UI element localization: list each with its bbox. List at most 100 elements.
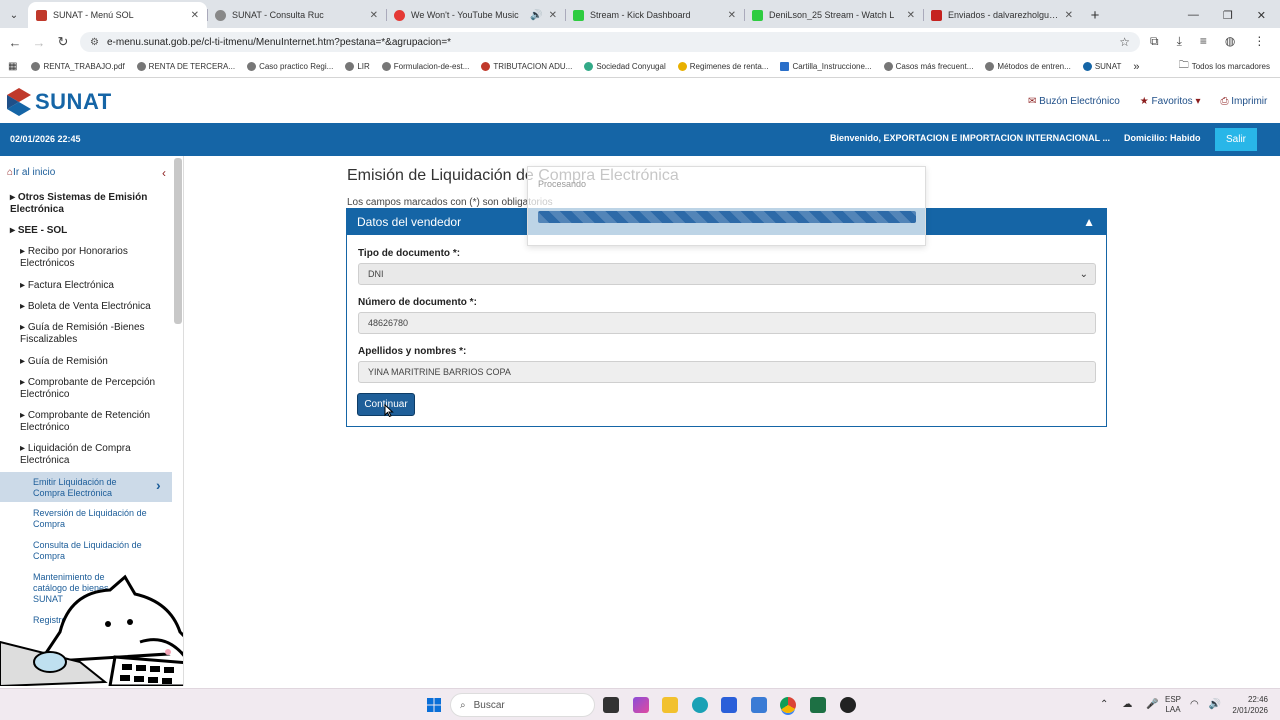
processing-modal: Procesando <box>527 166 926 246</box>
bookmark[interactable]: SUNAT <box>1082 62 1121 71</box>
sidebar-subitem-reversion[interactable]: Reversión de Liquidación de Compra <box>33 508 148 530</box>
wifi-icon[interactable]: ◠ <box>1190 699 1199 710</box>
bookmark[interactable]: Cartilla_Instruccione... <box>780 62 872 71</box>
browser-tab[interactable]: SUNAT - Menú SOL ✕ <box>28 2 207 28</box>
windows-start-icon[interactable] <box>426 697 442 713</box>
download-icon[interactable]: ⤓ <box>1177 34 1182 49</box>
forward-icon[interactable]: → <box>27 35 51 50</box>
profile-icon[interactable]: ◍ <box>1225 34 1235 49</box>
sidebar-subitem-consulta[interactable]: Consulta de Liquidación de Compra <box>33 540 143 562</box>
excel-icon[interactable] <box>810 697 826 713</box>
buzon-link[interactable]: ✉ Buzón Electrónico <box>1028 96 1120 107</box>
sunat-favicon-icon <box>36 9 47 21</box>
bookmark[interactable]: Métodos de entren... <box>985 62 1071 71</box>
bookmark[interactable]: Sociedad Conyugal <box>584 62 666 71</box>
taskbar-search[interactable]: ⌕ Buscar <box>450 693 595 717</box>
required-note: Los campos marcados con (*) son obligato… <box>347 197 553 208</box>
imprimir-link[interactable]: ⎙ Imprimir <box>1220 96 1267 107</box>
outlook-icon[interactable] <box>751 697 767 713</box>
gmail-icon <box>931 9 942 21</box>
minimize-icon[interactable]: — <box>1188 9 1199 21</box>
chevron-up-icon[interactable]: ▲ <box>1083 215 1095 229</box>
bookmark[interactable]: Regimenes de renta... <box>677 62 768 71</box>
sidebar-item-see-sol[interactable]: ▸ SEE - SOL <box>10 225 67 237</box>
sunat-logo[interactable]: SUNAT <box>6 87 112 117</box>
sidebar-item-honorarios[interactable]: ▸ Recibo por Honorarios Electrónicos <box>20 246 150 270</box>
file-explorer-icon[interactable] <box>662 697 678 713</box>
sidebar-item-boleta[interactable]: ▸ Boleta de Venta Electrónica <box>20 301 151 313</box>
store-icon[interactable] <box>721 697 737 713</box>
salir-button[interactable]: Salir <box>1215 128 1257 151</box>
bookmark[interactable]: TRIBUTACION ADU... <box>481 62 572 71</box>
back-icon[interactable]: ← <box>3 35 27 50</box>
close-icon[interactable]: ✕ <box>728 10 736 21</box>
sidebar-item-factura[interactable]: ▸ Factura Electrónica <box>20 280 114 292</box>
chevron-up-icon[interactable]: ⌃ <box>1100 699 1108 710</box>
close-icon[interactable]: ✕ <box>191 10 199 21</box>
site-info-icon[interactable]: ⚙ <box>90 37 99 48</box>
address-bar[interactable]: ⚙ e-menu.sunat.gob.pe/cl-ti-itmenu/MenuI… <box>80 32 1140 52</box>
browser-tab[interactable]: Stream - Kick Dashboard ✕ <box>565 2 744 28</box>
microphone-icon[interactable]: 🎤 <box>1146 699 1158 710</box>
bookmark[interactable]: Casos más frecuent... <box>883 62 973 71</box>
tab-search-button[interactable]: ⌄ <box>0 2 28 28</box>
edge-icon[interactable] <box>692 697 708 713</box>
bookmark[interactable]: Formulacion-de-est... <box>381 62 469 71</box>
close-icon[interactable]: ✕ <box>907 10 915 21</box>
doc-type-select[interactable]: DNI ⌄ <box>358 263 1096 285</box>
tab-title: SUNAT - Menú SOL <box>53 10 134 20</box>
star-icon[interactable]: ☆ <box>1119 35 1130 49</box>
input-language[interactable]: ESP LAA <box>1165 695 1181 715</box>
kick-icon <box>573 9 584 21</box>
extensions-icon[interactable]: ⧉ <box>1150 34 1159 49</box>
sidebar-item-guia[interactable]: ▸ Guía de Remisión <box>20 356 108 368</box>
chrome-icon[interactable] <box>780 697 796 713</box>
sidebar-subitem-emitir-active[interactable]: Emitir Liquidación de Compra Electrónica… <box>0 472 172 502</box>
restore-icon[interactable]: ❐ <box>1223 9 1233 22</box>
sidebar-scrollbar[interactable] <box>174 158 182 324</box>
close-icon[interactable]: ✕ <box>549 10 557 21</box>
sidebar-item-guia-bienes[interactable]: ▸ Guía de Remisión -Bienes Fiscalizables <box>20 322 160 346</box>
browser-tab[interactable]: We Won't - YouTube Music 🔊 ✕ <box>386 2 565 28</box>
obs-icon[interactable] <box>840 697 856 713</box>
sidebar-item-otros[interactable]: ▸ Otros Sistemas de Emisión Electrónica <box>10 192 160 216</box>
sidebar-item-retencion[interactable]: ▸ Comprobante de Retención Electrónico <box>20 410 165 434</box>
bookmark-icon <box>985 62 995 71</box>
sidebar-item-liquidacion[interactable]: ▸ Liquidación de Compra Electrónica <box>20 443 150 467</box>
menu-icon[interactable]: ⋮ <box>1253 34 1265 49</box>
speaker-icon[interactable]: 🔊 <box>530 10 542 21</box>
network-status-icon[interactable]: ☁ <box>1122 699 1132 710</box>
more-bookmarks-button[interactable]: » <box>1133 61 1139 73</box>
home-link[interactable]: ⌂Ir al inicio <box>7 167 55 178</box>
bookmark-icon <box>31 62 41 71</box>
collapse-sidebar-icon[interactable]: ‹ <box>162 166 166 180</box>
chevron-right-icon: › <box>156 477 161 493</box>
bookmark[interactable]: RENTA DE TERCERA... <box>136 62 235 71</box>
reload-icon[interactable]: ↻ <box>51 34 75 50</box>
favoritos-link[interactable]: ★ Favoritos ▾ <box>1140 96 1201 107</box>
bookmark[interactable]: LIR <box>345 62 370 71</box>
close-window-icon[interactable]: ✕ <box>1257 9 1266 22</box>
bookmark[interactable]: RENTA_TRABAJO.pdf <box>31 62 125 71</box>
session-datetime: 02/01/2026 22:45 <box>10 134 81 144</box>
media-icon[interactable]: ≡ <box>1200 34 1207 49</box>
all-bookmarks-folder[interactable]: 🗀 Todos los marcadores <box>1179 58 1270 75</box>
name-label: Apellidos y nombres *: <box>358 346 467 357</box>
browser-tab[interactable]: DeniLson_25 Stream - Watch L ✕ <box>744 2 923 28</box>
close-icon[interactable]: ✕ <box>370 10 378 21</box>
folder-icon: 🗀 <box>1178 60 1189 71</box>
system-clock[interactable]: 22:46 2/01/2026 <box>1230 694 1268 716</box>
chevron-down-icon: ⌄ <box>9 9 19 21</box>
browser-tab[interactable]: Enviados - dalvarezholguin.25 ✕ <box>923 2 1081 28</box>
volume-icon[interactable]: 🔊 <box>1209 699 1221 710</box>
new-tab-button[interactable]: + <box>1081 2 1109 28</box>
name-field[interactable]: YINA MARITRINE BARRIOS COPA <box>358 361 1096 383</box>
close-icon[interactable]: ✕ <box>1065 10 1073 21</box>
browser-tab[interactable]: SUNAT - Consulta Ruc ✕ <box>207 2 386 28</box>
doc-number-field[interactable]: 48626780 <box>358 312 1096 334</box>
task-view-icon[interactable] <box>603 697 619 713</box>
copilot-icon[interactable] <box>633 697 649 713</box>
apps-grid-icon[interactable]: ▦ <box>8 61 17 72</box>
sidebar-item-percepcion[interactable]: ▸ Comprobante de Percepción Electrónico <box>20 377 165 401</box>
bookmark[interactable]: Caso practico Regi... <box>247 62 333 71</box>
